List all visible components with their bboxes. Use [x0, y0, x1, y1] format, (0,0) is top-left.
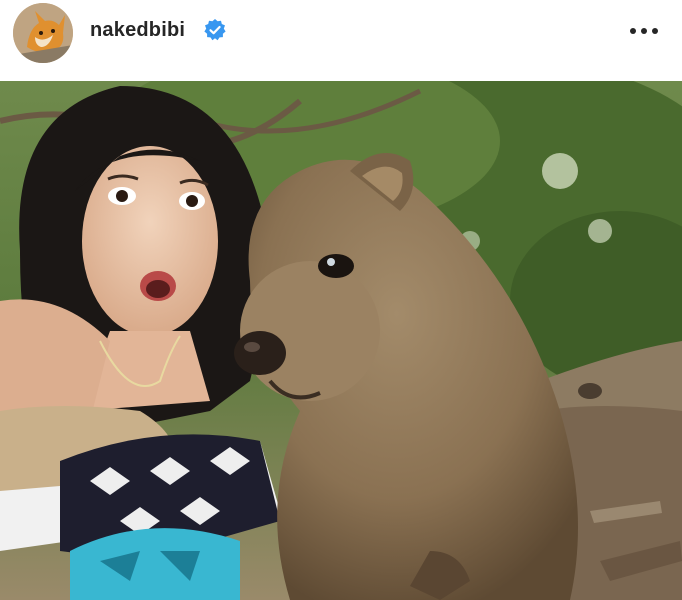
post-photo[interactable]	[0, 81, 682, 600]
more-options-icon[interactable]	[628, 26, 660, 36]
selfie-with-quokka-image	[0, 81, 682, 600]
post-header: nakedbibi	[0, 0, 682, 81]
verified-badge-icon	[204, 19, 226, 41]
avatar[interactable]	[13, 3, 73, 63]
username[interactable]: nakedbibi	[90, 19, 185, 42]
cat-avatar-icon	[13, 3, 73, 63]
